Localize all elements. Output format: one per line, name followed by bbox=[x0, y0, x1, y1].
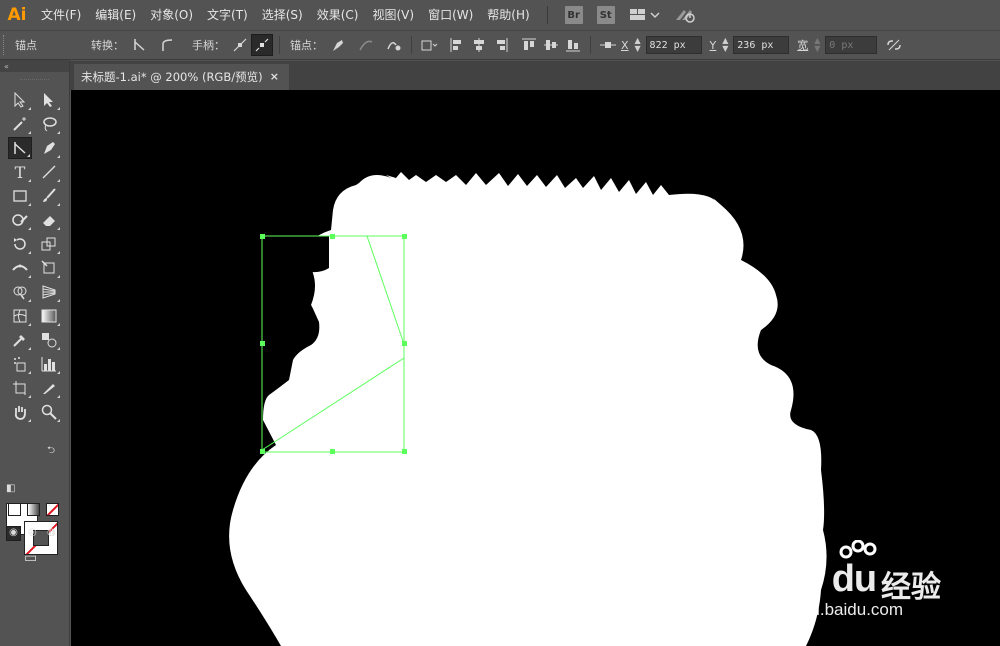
document-tab-title: 未标题-1.ai* @ 200% (RGB/预览) bbox=[81, 70, 263, 84]
paintbrush-tool-icon[interactable] bbox=[37, 185, 61, 207]
menu-file[interactable]: 文件(F) bbox=[34, 0, 88, 30]
control-bar-grip[interactable] bbox=[3, 35, 9, 55]
width-stepper-icon[interactable]: ▲ ▼ bbox=[812, 37, 822, 53]
default-colors-icon[interactable]: ◧ bbox=[6, 483, 15, 494]
draw-behind-icon[interactable]: ◎ bbox=[28, 527, 37, 538]
lasso-tool-icon[interactable] bbox=[37, 113, 61, 135]
draw-normal-icon[interactable]: ◉ bbox=[6, 526, 21, 541]
divider bbox=[411, 36, 412, 54]
pen-tool-icon[interactable] bbox=[37, 137, 61, 159]
rotate-tool-icon[interactable] bbox=[8, 233, 32, 255]
menu-bar: Ai 文件(F) 编辑(E) 对象(O) 文字(T) 选择(S) 效果(C) 视… bbox=[0, 0, 1000, 30]
menu-object[interactable]: 对象(O) bbox=[143, 0, 200, 30]
rectangle-tool-icon[interactable] bbox=[8, 185, 32, 207]
none-mode-icon[interactable] bbox=[46, 503, 59, 516]
menu-effect[interactable]: 效果(C) bbox=[310, 0, 366, 30]
document-tab[interactable]: 未标题-1.ai* @ 200% (RGB/预览) × bbox=[74, 64, 289, 90]
menu-edit[interactable]: 编辑(E) bbox=[88, 0, 143, 30]
y-coordinate-input[interactable]: 236 px bbox=[733, 36, 790, 54]
divider bbox=[590, 36, 591, 54]
menu-window[interactable]: 窗口(W) bbox=[421, 0, 480, 30]
direct-selection-tool-icon[interactable] bbox=[37, 89, 61, 111]
workspace-switcher-icon[interactable] bbox=[629, 8, 660, 22]
anchor-point-tool-icon[interactable] bbox=[8, 137, 32, 159]
stock-button[interactable]: St bbox=[596, 6, 615, 24]
align-top-icon[interactable] bbox=[518, 34, 540, 56]
screen-mode-icon[interactable]: ▭ bbox=[24, 550, 37, 566]
gradient-mode-icon[interactable] bbox=[27, 503, 40, 516]
tools-panel-collapse-icon[interactable]: « bbox=[0, 60, 69, 72]
app-logo: Ai bbox=[7, 5, 27, 25]
scale-tool-icon[interactable] bbox=[37, 233, 61, 255]
show-handles-icon[interactable] bbox=[229, 34, 251, 56]
divider bbox=[279, 36, 280, 54]
isolate-object-icon[interactable] bbox=[418, 34, 440, 56]
magic-wand-tool-icon[interactable] bbox=[8, 113, 32, 135]
width-tool-icon[interactable] bbox=[8, 257, 32, 279]
shaper-tool-icon[interactable] bbox=[8, 209, 32, 231]
tools-panel-grip[interactable] bbox=[20, 72, 49, 80]
reference-point-icon[interactable] bbox=[597, 34, 619, 56]
hand-tool-icon[interactable] bbox=[8, 401, 32, 423]
color-mode-icon[interactable] bbox=[8, 503, 21, 516]
y-label: Y bbox=[709, 38, 717, 52]
align-bottom-icon[interactable] bbox=[562, 34, 584, 56]
shape-builder-tool-icon[interactable] bbox=[8, 281, 32, 303]
gpu-performance-icon[interactable] bbox=[674, 6, 696, 24]
align-right-icon[interactable] bbox=[490, 34, 512, 56]
watermark-url-text: jingyan.baidu.com bbox=[766, 600, 904, 619]
slice-tool-icon[interactable] bbox=[37, 377, 61, 399]
hide-handles-icon[interactable] bbox=[251, 34, 273, 56]
watermark-brand-text: Bai du bbox=[766, 558, 877, 600]
type-tool-icon[interactable]: T bbox=[8, 161, 32, 183]
anchor-label: 锚点： bbox=[290, 39, 323, 52]
convert-label: 转换： bbox=[91, 39, 124, 52]
convert-to-smooth-icon[interactable] bbox=[156, 34, 178, 56]
remove-anchor-icon[interactable] bbox=[327, 34, 349, 56]
line-segment-tool-icon[interactable] bbox=[37, 161, 61, 183]
y-stepper-icon[interactable]: ▲ ▼ bbox=[720, 37, 730, 53]
link-proportions-icon[interactable] bbox=[883, 34, 905, 56]
x-coordinate-input[interactable]: 822 px bbox=[645, 36, 702, 54]
menu-help[interactable]: 帮助(H) bbox=[480, 0, 536, 30]
align-horizontal-center-icon[interactable] bbox=[468, 34, 490, 56]
panel-title: 锚点 bbox=[15, 39, 37, 52]
x-stepper-icon[interactable]: ▲ ▼ bbox=[633, 37, 643, 53]
symbol-sprayer-tool-icon[interactable] bbox=[8, 353, 32, 375]
swap-colors-icon[interactable]: ⮌ bbox=[47, 443, 55, 460]
artboard-tool-icon[interactable] bbox=[8, 377, 32, 399]
eraser-tool-icon[interactable] bbox=[37, 209, 61, 231]
menu-type[interactable]: 文字(T) bbox=[200, 0, 255, 30]
gradient-tool-icon[interactable] bbox=[37, 305, 61, 327]
convert-to-corner-icon[interactable] bbox=[128, 34, 150, 56]
draw-inside-icon[interactable]: ◍ bbox=[47, 527, 56, 538]
column-graph-tool-icon[interactable] bbox=[37, 353, 61, 375]
blend-tool-icon[interactable] bbox=[37, 329, 61, 351]
handles-label: 手柄： bbox=[192, 39, 225, 52]
menu-view[interactable]: 视图(V) bbox=[365, 0, 421, 30]
tools-panel: « T ⮌ ◧ ◉ ◎ ◍ ▭ bbox=[0, 60, 70, 646]
align-vertical-center-icon[interactable] bbox=[540, 34, 562, 56]
eyedropper-tool-icon[interactable] bbox=[8, 329, 32, 351]
close-tab-icon[interactable]: × bbox=[270, 70, 279, 83]
connect-endpoints-icon[interactable] bbox=[355, 34, 377, 56]
width-label: 宽 bbox=[797, 39, 809, 52]
document-tab-bar: 未标题-1.ai* @ 200% (RGB/预览) × bbox=[70, 61, 1000, 90]
menu-divider bbox=[546, 6, 548, 24]
bridge-button[interactable]: Br bbox=[564, 6, 583, 24]
mesh-tool-icon[interactable] bbox=[8, 305, 32, 327]
free-transform-tool-icon[interactable] bbox=[37, 257, 61, 279]
cut-path-icon[interactable] bbox=[383, 34, 405, 56]
baidu-watermark: Bai du 经验 jingyan.baidu.com bbox=[766, 540, 996, 640]
menu-select[interactable]: 选择(S) bbox=[255, 0, 310, 30]
control-bar: 锚点 转换： 手柄： 锚点： X ▲ ▼ 822 px Y ▲ ▼ 236 px 宽… bbox=[0, 30, 1000, 60]
zoom-tool-icon[interactable] bbox=[37, 401, 61, 423]
width-input[interactable]: 0 px bbox=[825, 36, 878, 54]
perspective-grid-tool-icon[interactable] bbox=[37, 281, 61, 303]
selection-tool-icon[interactable] bbox=[8, 89, 32, 111]
x-label: X bbox=[621, 38, 629, 52]
align-left-icon[interactable] bbox=[446, 34, 468, 56]
